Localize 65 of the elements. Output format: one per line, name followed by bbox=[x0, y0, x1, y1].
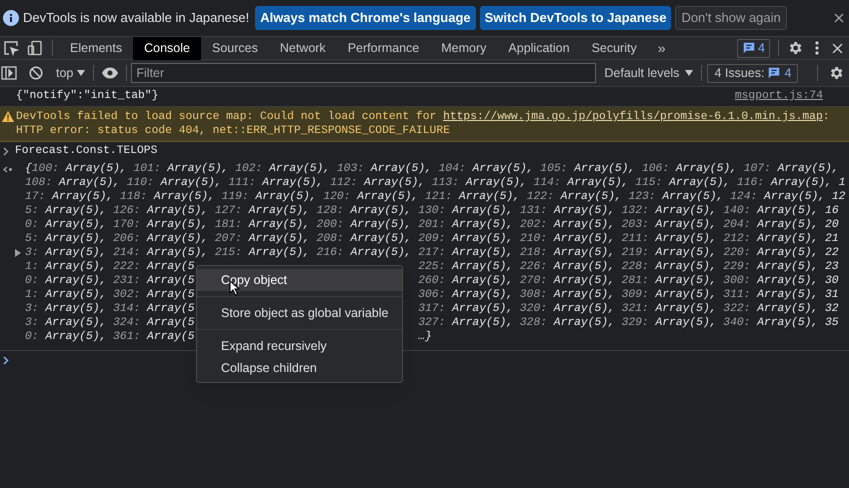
more-options-icon[interactable] bbox=[815, 41, 819, 55]
object-preview-line: 3: Array(5), 324: Array(5 bbox=[25, 316, 194, 330]
inspect-icon[interactable] bbox=[3, 40, 19, 56]
clear-console-icon[interactable] bbox=[29, 66, 43, 80]
filter-field[interactable]: Filter bbox=[131, 63, 596, 83]
console-command-text: Forecast.Const.TELOPS bbox=[15, 144, 158, 160]
more-tabs-button[interactable]: » bbox=[648, 38, 676, 58]
menu-item[interactable]: Expand recursively bbox=[197, 335, 402, 357]
source-map-link[interactable]: https://www.jma.go.jp/polyfills/promise-6.1.0.min.js.map bbox=[443, 111, 823, 123]
object-preview-line: 1: Array(5), 222: Array(5 bbox=[25, 260, 194, 274]
object-preview-line: 5: Array(5), 206: Array(5), 207: Array(5), 208: Array(5), 209: Array(5), 210: Array(5), 211: Array(5), 212: Array(5), 21 bbox=[25, 232, 839, 246]
infobar-button[interactable]: Don't show again bbox=[675, 6, 787, 30]
infobar-message: DevTools is now available in Japanese! bbox=[23, 9, 250, 28]
warning-message: DevTools failed to load source map: Could not load content for https://www.jma.go.jp/polyfills/promise-6.1.0.min.js.map: HTTP error: status code 404, net::ERR_HTTP_RESPONSE_CODE_FAILURE bbox=[16, 110, 831, 138]
result-arrow-icon bbox=[3, 166, 12, 173]
panel-tab[interactable]: Sources bbox=[200, 36, 269, 60]
object-preview-line: {100: Array(5), 101: Array(5), 102: Array(5), 103: Array(5), 104: Array(5), 105: Array(5), 106: Array(5), 107: Array(5), bbox=[25, 162, 839, 176]
panel-tab[interactable]: Performance bbox=[336, 36, 430, 60]
infobar-button[interactable]: Always match Chrome's language bbox=[255, 6, 476, 30]
input-chevron-icon bbox=[3, 147, 9, 156]
object-preview-line: 3: Array(5), 214: Array(5), 215: Array(5), 216: Array(5), 217: Array(5), 218: Array(5), 219: Array(5), 220: Array(5), 22 bbox=[25, 246, 839, 260]
expand-triangle-icon[interactable] bbox=[15, 249, 21, 257]
eye-icon[interactable] bbox=[101, 67, 120, 79]
dropdown-caret-icon bbox=[77, 70, 86, 76]
issues-button[interactable]: 4 Issues: 4 bbox=[707, 64, 798, 82]
panel-tab[interactable]: Application bbox=[497, 36, 581, 60]
settings-icon[interactable] bbox=[828, 65, 844, 81]
object-preview-line: 0: Array(5), 361: Array(5 bbox=[25, 330, 194, 344]
message-icon bbox=[742, 41, 756, 55]
object-preview-line: 306: Array(5), 308: Array(5), 309: Array(5), 311: Array(5), 31 bbox=[418, 288, 839, 302]
context-selector[interactable]: top bbox=[56, 64, 86, 82]
log-levels-dropdown[interactable]: Default levels bbox=[604, 64, 694, 82]
issues-badge[interactable]: 4 bbox=[737, 38, 770, 58]
log-message: {"notify":"init_tab"} bbox=[16, 88, 158, 104]
menu-item[interactable]: Copy object bbox=[197, 269, 402, 291]
panel-tab[interactable]: Elements bbox=[59, 36, 134, 60]
settings-icon[interactable] bbox=[787, 40, 803, 56]
close-icon[interactable] bbox=[832, 42, 843, 54]
sidebar-icon[interactable] bbox=[1, 66, 17, 80]
dropdown-caret-icon bbox=[685, 70, 694, 76]
infobar-button[interactable]: Switch DevTools to Japanese bbox=[480, 6, 672, 30]
object-preview-line: 225: Array(5), 226: Array(5), 228: Array(5), 229: Array(5), 23 bbox=[418, 260, 839, 274]
panel-tab[interactable]: Console bbox=[133, 36, 201, 60]
object-preview-line: 1: Array(5), 302: Array(5 bbox=[25, 288, 194, 302]
prompt-chevron-icon[interactable] bbox=[3, 356, 9, 364]
object-preview-line: 108: Array(5), 110: Array(5), 111: Array(5), 112: Array(5), 113: Array(5), 114: Array(5), 115: Array(5), 116: Array(5), 1 bbox=[25, 176, 846, 190]
object-preview-line: 17: Array(5), 118: Array(5), 119: Array(5), 120: Array(5), 121: Array(5), 122: Array(5), 123: Array(5), 124: Array(5), 12 bbox=[25, 190, 846, 204]
close-icon[interactable] bbox=[834, 13, 844, 23]
object-preview-line: 317: Array(5), 320: Array(5), 321: Array(5), 322: Array(5), 32 bbox=[418, 302, 839, 316]
object-preview-line: 0: Array(5), 231: Array(5 bbox=[25, 274, 194, 288]
object-preview-line: 3: Array(5), 314: Array(5 bbox=[25, 302, 194, 316]
object-preview-line: 0: Array(5), 170: Array(5), 181: Array(5), 200: Array(5), 201: Array(5), 202: Array(5), 203: Array(5), 204: Array(5), 20 bbox=[25, 218, 839, 232]
panel-tab[interactable]: Memory bbox=[430, 36, 498, 60]
menu-item[interactable]: Store object as global variable bbox=[197, 302, 402, 324]
message-icon bbox=[767, 66, 782, 80]
device-toolbar-icon[interactable] bbox=[27, 40, 43, 56]
object-preview-line: 327: Array(5), 328: Array(5), 329: Array(5), 340: Array(5), 35 bbox=[418, 316, 839, 330]
object-preview-line: …} bbox=[418, 330, 432, 344]
menu-item[interactable]: Collapse children bbox=[197, 357, 402, 379]
panel-tab[interactable]: Security bbox=[580, 36, 648, 60]
source-link[interactable]: msgport.js:74 bbox=[734, 88, 823, 105]
object-preview-line: 5: Array(5), 126: Array(5), 127: Array(5), 128: Array(5), 130: Array(5), 131: Array(5), 132: Array(5), 140: Array(5), 16 bbox=[25, 204, 839, 218]
info-icon bbox=[3, 10, 19, 26]
object-preview-line: 260: Array(5), 270: Array(5), 281: Array(5), 300: Array(5), 30 bbox=[418, 274, 839, 288]
panel-tab[interactable]: Network bbox=[268, 36, 337, 60]
